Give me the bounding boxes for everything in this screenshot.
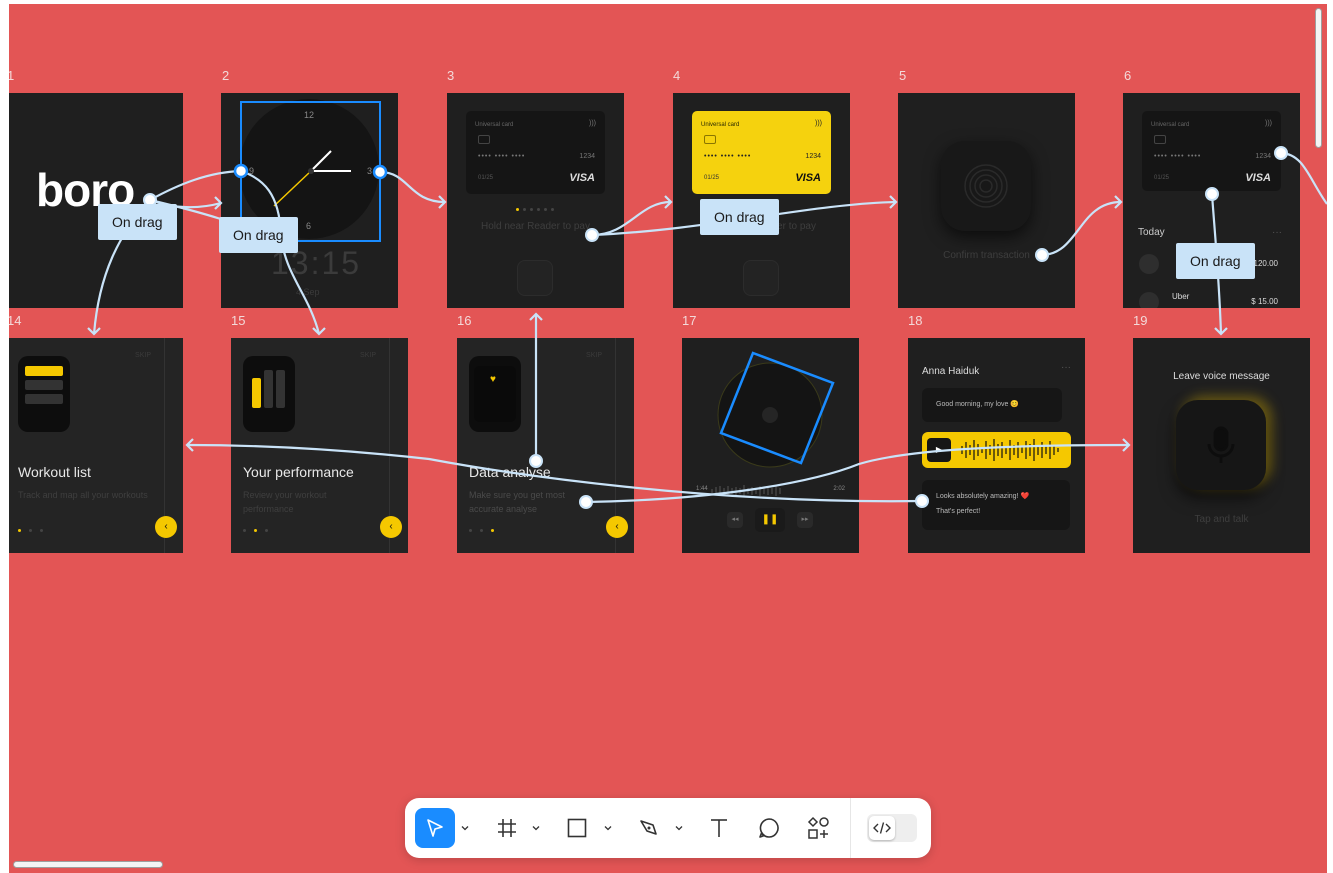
pen-tool-button[interactable] <box>629 808 669 848</box>
canvas-edge <box>1327 0 1333 873</box>
canvas[interactable]: 1 2 3 4 5 6 14 15 16 17 18 19 boro 12 3 … <box>9 4 1327 873</box>
components-tool-button[interactable] <box>799 808 839 848</box>
rectangle-icon <box>567 818 587 838</box>
chevron-down-icon[interactable] <box>675 824 683 832</box>
toolbar-separator <box>850 798 851 858</box>
components-icon <box>807 816 829 839</box>
chevron-down-icon[interactable] <box>532 824 540 832</box>
interaction-label[interactable]: On drag <box>1176 243 1255 279</box>
frame-tool-button[interactable] <box>487 808 527 848</box>
code-icon <box>869 816 895 840</box>
text-tool-button[interactable] <box>699 808 739 848</box>
interaction-label[interactable]: On drag <box>219 217 298 253</box>
chevron-down-icon[interactable] <box>461 824 469 832</box>
frame-icon <box>498 819 516 837</box>
move-tool-button[interactable] <box>415 808 455 848</box>
prototype-connections <box>87 146 1327 509</box>
interaction-label[interactable]: On drag <box>700 199 779 235</box>
interaction-label[interactable]: On drag <box>98 204 177 240</box>
cursor-icon <box>427 819 443 837</box>
dev-mode-toggle[interactable] <box>867 814 917 842</box>
rectangle-tool-button[interactable] <box>557 808 597 848</box>
horizontal-scrollbar[interactable] <box>13 861 163 868</box>
vertical-scrollbar[interactable] <box>1315 8 1322 148</box>
comment-tool-button[interactable] <box>749 808 789 848</box>
text-icon <box>711 819 727 837</box>
bottom-toolbar <box>405 798 931 858</box>
pen-icon <box>640 820 657 835</box>
comment-icon <box>759 818 779 838</box>
chevron-down-icon[interactable] <box>604 824 612 832</box>
